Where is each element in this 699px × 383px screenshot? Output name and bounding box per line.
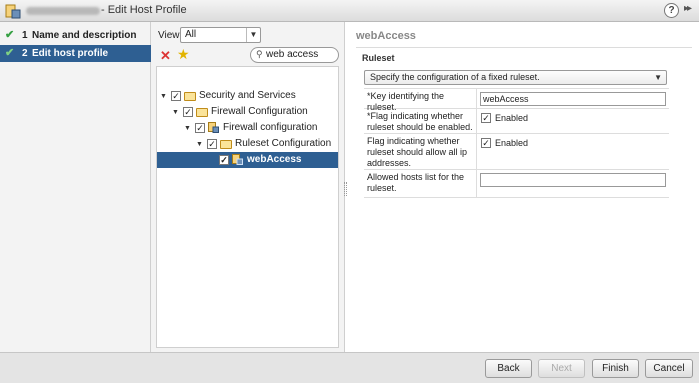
cancel-button[interactable]: Cancel: [645, 359, 693, 378]
step-label: Name and description: [32, 30, 137, 41]
tree-checkbox[interactable]: ✓: [171, 91, 181, 101]
panel-resize-handle[interactable]: [344, 182, 347, 196]
profile-tree-panel: View: All ▼ ✕ ★ ⚲ web access ▼ ✓ Securit…: [151, 22, 345, 352]
expand-triangle-icon[interactable]: ▼: [160, 89, 167, 105]
tree-node-label: Security and Services: [199, 90, 296, 101]
finish-button[interactable]: Finish: [592, 359, 639, 378]
view-label: View:: [158, 30, 183, 41]
next-button[interactable]: Next: [538, 359, 585, 378]
expand-triangle-icon[interactable]: ▼: [172, 105, 179, 121]
search-icon: ⚲: [256, 49, 263, 59]
step-number: 2: [22, 48, 28, 59]
chevron-down-icon: ▼: [246, 28, 260, 42]
back-button[interactable]: Back: [485, 359, 532, 378]
allowed-hosts-input[interactable]: [480, 173, 666, 187]
title-bar: - Edit Host Profile ? ▸▸: [0, 0, 699, 22]
property-row-allowed-hosts: Allowed hosts list for the ruleset.: [364, 170, 669, 198]
detail-title: webAccess: [356, 30, 416, 42]
tree-node-firewall-configuration[interactable]: ▼ ✓ Firewall Configuration: [157, 104, 338, 120]
search-value: web access: [266, 49, 319, 60]
chevron-down-icon: ▼: [654, 73, 662, 82]
expand-icon[interactable]: ▸▸: [684, 3, 692, 14]
section-title: Ruleset: [362, 53, 395, 63]
host-profile-icon: [5, 4, 21, 19]
property-label: Allowed hosts list for the ruleset.: [364, 170, 477, 197]
view-filter-select[interactable]: All ▼: [180, 27, 261, 43]
wizard-footer: Back Next Finish Cancel: [0, 352, 699, 383]
view-filter-value: All: [185, 29, 197, 40]
folder-icon: [220, 140, 232, 149]
delete-icon[interactable]: ✕: [160, 48, 171, 64]
tree-checkbox[interactable]: ✓: [219, 155, 229, 165]
property-row-enabled: *Flag indicating whether ruleset should …: [364, 109, 669, 134]
check-icon: ✔: [5, 29, 15, 41]
firewall-icon: [232, 154, 243, 165]
folder-icon: [196, 108, 208, 117]
property-row-key: *Key identifying the ruleset. webAccess: [364, 89, 669, 112]
ruleset-option-value: Specify the configuration of a fixed rul…: [370, 72, 540, 82]
enabled-checkbox[interactable]: ✓: [481, 113, 491, 123]
step-number: 1: [22, 30, 28, 41]
tree-node-ruleset-configuration[interactable]: ▼ ✓ Ruleset Configuration: [157, 136, 338, 152]
tree-checkbox[interactable]: ✓: [207, 139, 217, 149]
expand-triangle-icon[interactable]: ▼: [184, 121, 191, 137]
tree-node-label: webAccess: [247, 154, 302, 165]
allow-all-ip-checkbox-label: Enabled: [495, 138, 529, 148]
property-row-allow-all-ip: Flag indicating whether ruleset should a…: [364, 134, 669, 170]
firewall-icon: [208, 122, 219, 133]
ruleset-option-select[interactable]: Specify the configuration of a fixed rul…: [364, 70, 667, 85]
tree-checkbox[interactable]: ✓: [183, 107, 193, 117]
tree-node-webaccess[interactable]: ✓ webAccess: [157, 152, 338, 168]
redacted-host-name: [26, 7, 100, 15]
enabled-checkbox-label: Enabled: [495, 113, 529, 123]
tree-node-label: Firewall configuration: [223, 122, 318, 133]
ruleset-key-input[interactable]: webAccess: [480, 92, 666, 106]
allow-all-ip-checkbox[interactable]: ✓: [481, 138, 491, 148]
tree-node-label: Firewall Configuration: [211, 106, 308, 117]
detail-panel: webAccess Ruleset Specify the configurat…: [349, 22, 699, 352]
tree-node-firewall-configuration-child[interactable]: ▼ ✓ Firewall configuration: [157, 120, 338, 136]
wizard-step-edit-host-profile[interactable]: ✔ 2 Edit host profile: [0, 45, 151, 62]
folder-icon: [184, 92, 196, 101]
property-table: *Key identifying the ruleset. webAccess …: [364, 88, 669, 198]
add-favorite-star-icon[interactable]: ★: [177, 46, 190, 63]
wizard-steps: ✔ 1 Name and description ✔ 2 Edit host p…: [0, 22, 151, 352]
tree-node-security-and-services[interactable]: ▼ ✓ Security and Services: [157, 88, 338, 104]
help-icon[interactable]: ?: [664, 3, 679, 18]
window-title: - Edit Host Profile: [101, 4, 187, 16]
divider: [356, 47, 692, 48]
profile-tree: ▼ ✓ Security and Services ▼ ✓ Firewall C…: [156, 66, 339, 348]
property-label: Flag indicating whether ruleset should a…: [364, 134, 477, 169]
tree-checkbox[interactable]: ✓: [195, 123, 205, 133]
property-label: *Key identifying the ruleset.: [364, 89, 477, 112]
tree-search-input[interactable]: ⚲ web access: [250, 47, 339, 63]
step-label: Edit host profile: [32, 48, 109, 59]
check-icon: ✔: [5, 47, 15, 59]
wizard-step-name-and-description[interactable]: ✔ 1 Name and description: [0, 27, 151, 44]
property-label: *Flag indicating whether ruleset should …: [364, 109, 477, 133]
expand-triangle-icon[interactable]: ▼: [196, 137, 203, 153]
tree-node-label: Ruleset Configuration: [235, 138, 332, 149]
